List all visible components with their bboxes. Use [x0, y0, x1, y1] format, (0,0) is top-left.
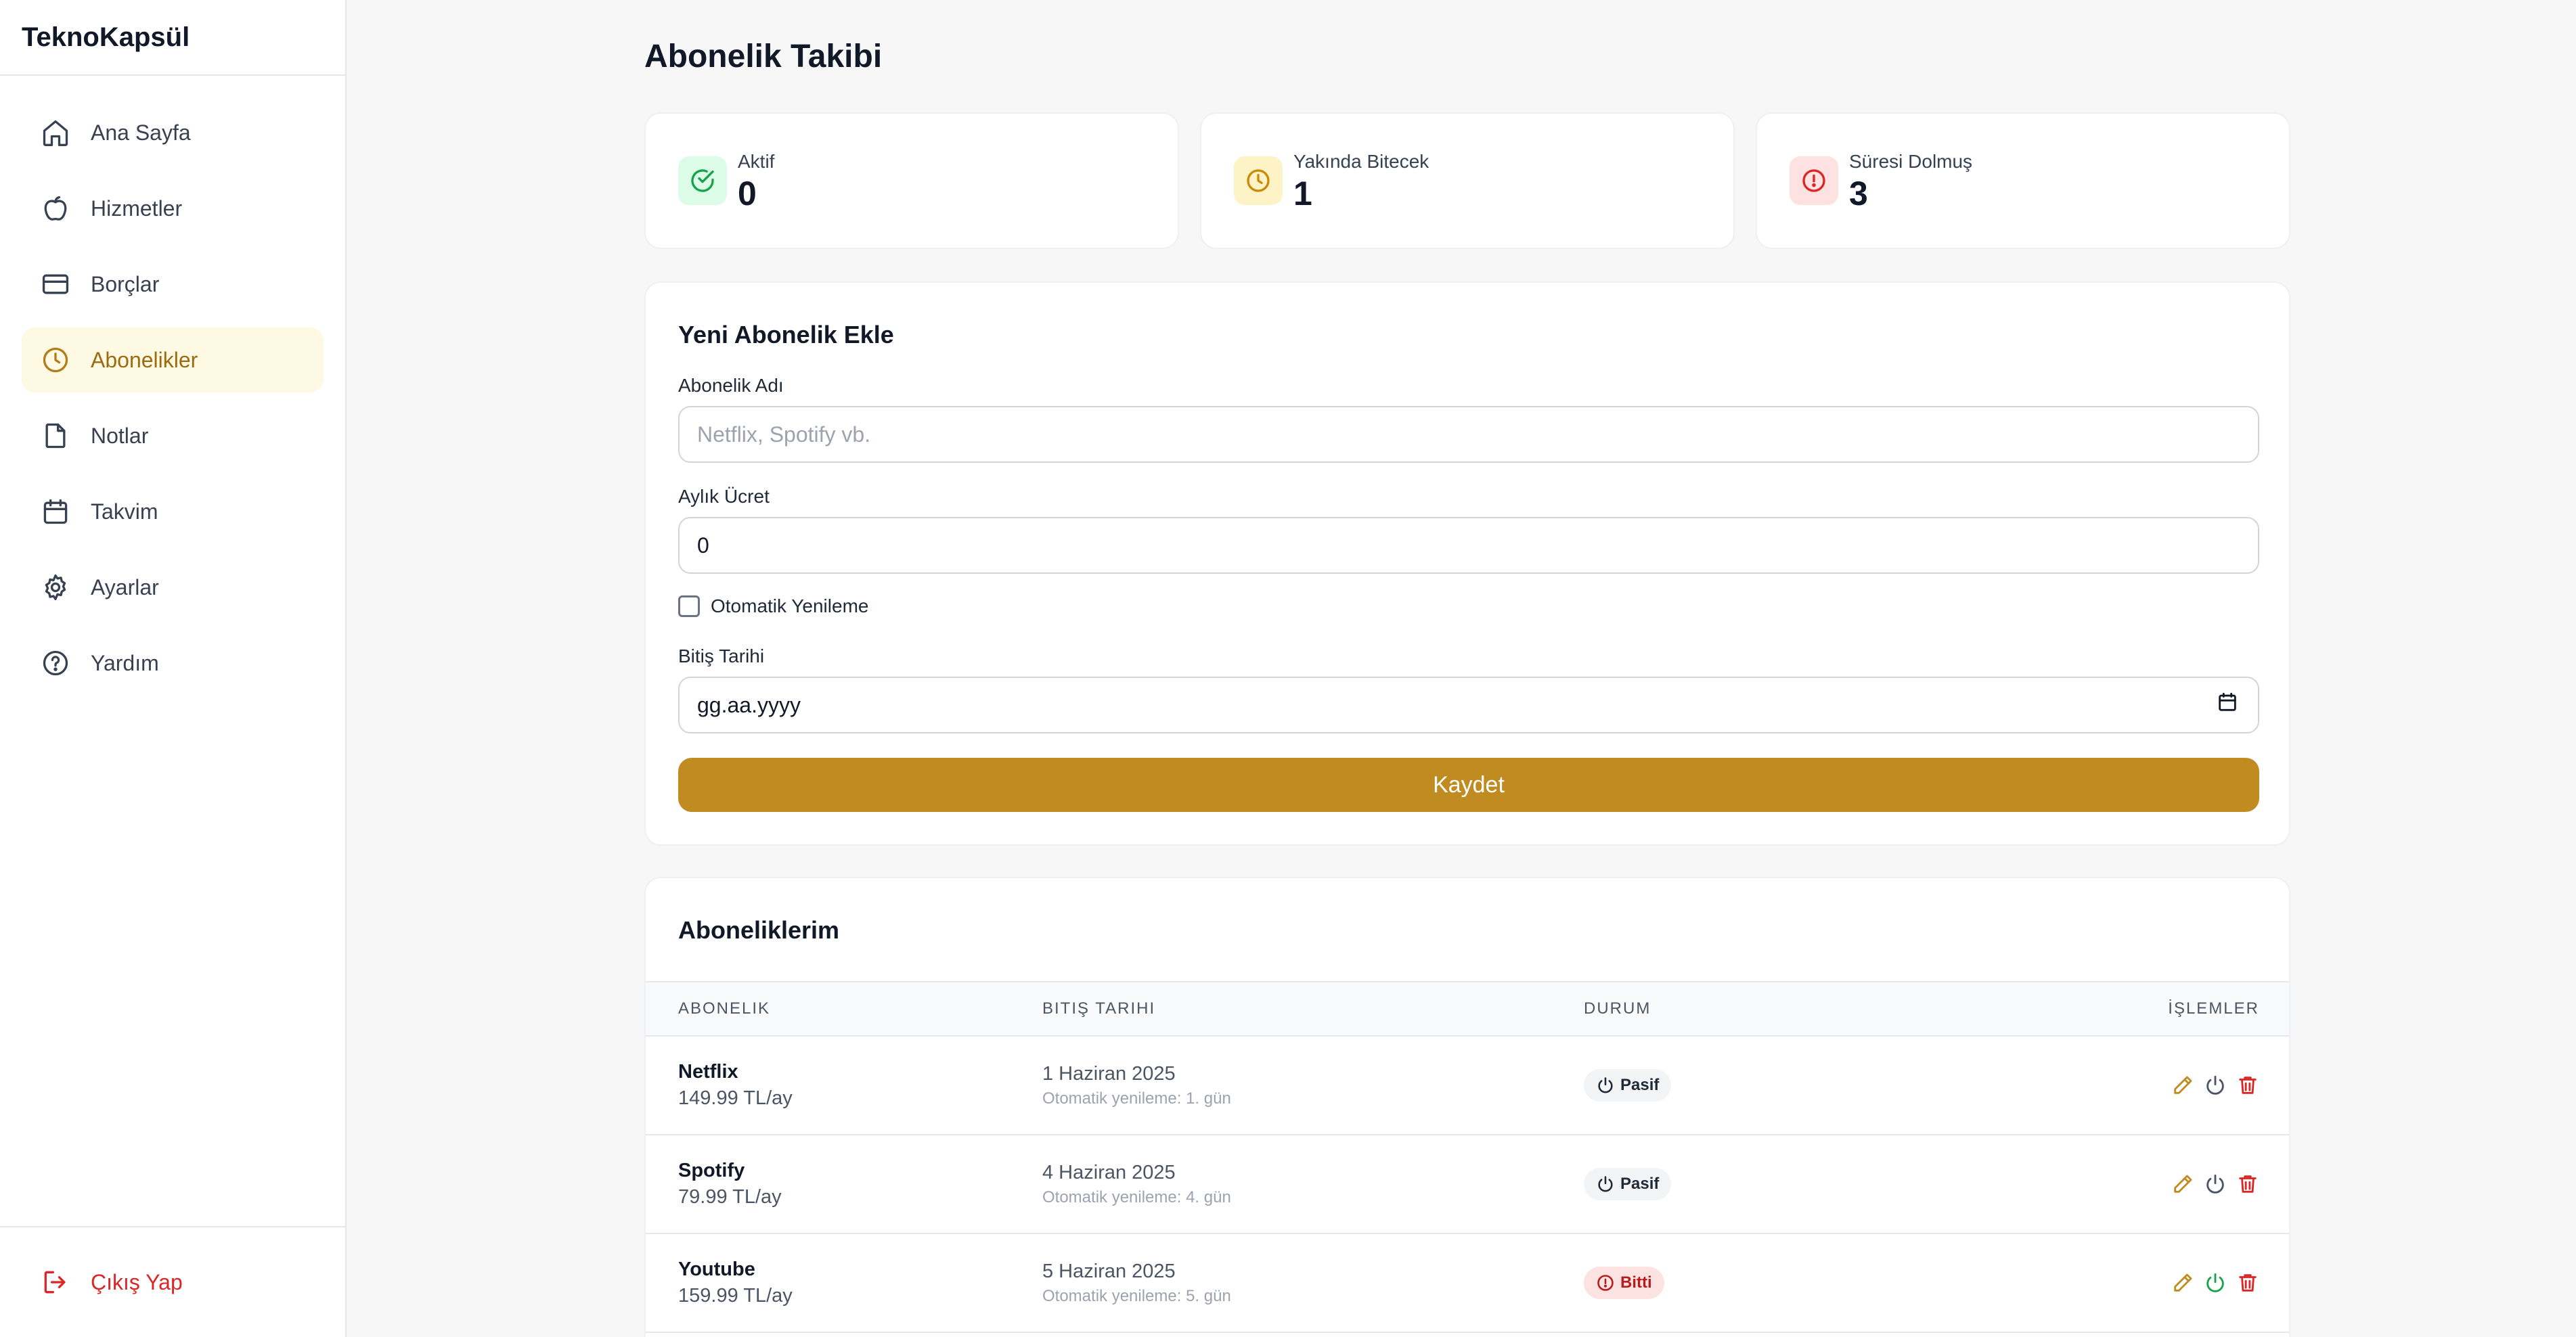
subscription-name: Spotify [678, 1160, 745, 1181]
stats-row: Aktif 0 Yakında Bitecek 1 Süresi Dolmuş … [644, 112, 2290, 249]
sidebar-item-label: Notlar [91, 423, 149, 448]
power-icon [1598, 1176, 1613, 1192]
sidebar-item-label: Ayarlar [91, 574, 159, 599]
header-abonelik: ABONELIK [678, 999, 771, 1018]
power-toggle-icon[interactable] [2204, 1271, 2227, 1294]
sidebar-item-yardim[interactable]: Yardım [22, 631, 324, 696]
status-badge: Pasif [1584, 1069, 1672, 1102]
sidebar-item-label: Yardım [91, 650, 159, 675]
credit-card-icon [41, 269, 70, 299]
auto-renew-row: Otomatik Yenileme [678, 595, 868, 617]
page-title: Abonelik Takibi [644, 39, 883, 74]
subscription-name-input[interactable]: Netflix, Spotify vb. [678, 406, 2259, 463]
sidebar-item-label: Ana Sayfa [91, 120, 191, 145]
alert-circle-icon [1790, 156, 1838, 205]
sidebar-item-borclar[interactable]: Borçlar [22, 252, 324, 317]
trash-icon[interactable] [2236, 1074, 2259, 1097]
alert-circle-icon [1597, 1275, 1614, 1291]
sidebar-footer: Çıkış Yap [0, 1226, 345, 1337]
fee-label: Aylık Ücret [678, 486, 770, 507]
status-badge: Pasif [1584, 1168, 1672, 1200]
auto-renew-checkbox[interactable] [678, 595, 700, 617]
edit-icon[interactable] [2171, 1271, 2194, 1294]
check-circle-icon [678, 156, 727, 205]
subscription-price: 149.99 TL/ay [678, 1087, 793, 1109]
stat-value: 1 [1293, 175, 1312, 212]
power-toggle-icon[interactable] [2204, 1074, 2227, 1097]
power-toggle-icon[interactable] [2204, 1173, 2227, 1196]
end-date-placeholder: gg.aa.yyyy [697, 692, 801, 717]
sidebar-item-hizmetler[interactable]: Hizmetler [22, 176, 324, 241]
renew-info: Otomatik yenileme: 5. gün [1042, 1286, 1231, 1305]
monthly-fee-input[interactable]: 0 [678, 517, 2259, 574]
stat-label: Aktif [738, 151, 775, 172]
sidebar-item-notlar[interactable]: Notlar [22, 403, 324, 468]
sidebar-item-label: Abonelikler [91, 347, 198, 372]
stat-label: Yakında Bitecek [1293, 151, 1429, 172]
logout-icon [41, 1267, 70, 1297]
subscriptions-list: Aboneliklerim ABONELIK BITIŞ TARIHI DURU… [644, 877, 2290, 1337]
subscription-name: Netflix [678, 1061, 738, 1083]
auto-renew-label: Otomatik Yenileme [711, 595, 869, 616]
subscription-price: 79.99 TL/ay [678, 1186, 782, 1208]
subscription-price: 159.99 TL/ay [678, 1285, 793, 1307]
sidebar-nav: Ana Sayfa Hizmetler Borçlar Abonelikler … [0, 76, 345, 696]
renew-info: Otomatik yenileme: 4. gün [1042, 1187, 1231, 1206]
logout-button[interactable]: Çıkış Yap [41, 1267, 183, 1297]
table-row: Spotify 79.99 TL/ay 4 Haziran 2025 Otoma… [646, 1135, 2289, 1234]
edit-icon[interactable] [2171, 1173, 2194, 1196]
sidebar-item-abonelikler[interactable]: Abonelikler [22, 327, 324, 392]
end-date-label: Bitiş Tarihi [678, 645, 765, 666]
file-icon [41, 421, 70, 451]
stat-card-suresi-dolmus: Süresi Dolmuş 3 [1756, 112, 2290, 249]
save-button[interactable]: Kaydet [678, 758, 2259, 812]
clock-icon [1234, 156, 1283, 205]
header-islemler: İŞLEMLER [2168, 999, 2259, 1018]
renew-info: Otomatik yenileme: 1. gün [1042, 1089, 1231, 1108]
sidebar-item-ana-sayfa[interactable]: Ana Sayfa [22, 100, 324, 165]
table-row: Youtube 159.99 TL/ay 5 Haziran 2025 Otom… [646, 1234, 2289, 1333]
sidebar-item-takvim[interactable]: Takvim [22, 479, 324, 544]
end-date: 5 Haziran 2025 [1042, 1260, 1176, 1282]
sidebar-item-label: Takvim [91, 499, 158, 524]
header-durum: DURUM [1584, 999, 1651, 1018]
table-header: ABONELIK BITIŞ TARIHI DURUM İŞLEMLER [646, 981, 2289, 1037]
sidebar-item-label: Hizmetler [91, 196, 183, 221]
edit-icon[interactable] [2171, 1074, 2194, 1097]
status-badge: Bitti [1584, 1267, 1664, 1299]
gear-icon [41, 572, 70, 602]
apple-icon [41, 194, 70, 223]
stat-value: 0 [738, 175, 757, 212]
name-label: Abonelik Adı [678, 375, 784, 396]
form-title: Yeni Abonelik Ekle [678, 321, 894, 348]
stat-label: Süresi Dolmuş [1849, 151, 1973, 172]
subscription-name: Youtube [678, 1259, 755, 1280]
sidebar-item-label: Borçlar [91, 271, 160, 296]
end-date: 4 Haziran 2025 [1042, 1161, 1176, 1183]
calendar-icon [41, 497, 70, 526]
end-date: 1 Haziran 2025 [1042, 1062, 1176, 1085]
clock-icon [41, 345, 70, 375]
stat-value: 3 [1849, 175, 1868, 212]
header-bitis-tarihi: BITIŞ TARIHI [1042, 999, 1156, 1018]
stat-card-aktif: Aktif 0 [644, 112, 1179, 249]
sidebar: TeknoKapsül Ana Sayfa Hizmetler Borçlar … [0, 0, 347, 1337]
help-circle-icon [41, 648, 70, 678]
new-subscription-form: Yeni Abonelik Ekle Abonelik Adı Netflix,… [644, 281, 2290, 846]
stat-card-yakinda-bitecek: Yakında Bitecek 1 [1200, 112, 1735, 249]
brand-logo[interactable]: TeknoKapsül [0, 0, 345, 76]
trash-icon[interactable] [2236, 1173, 2259, 1196]
sidebar-item-ayarlar[interactable]: Ayarlar [22, 555, 324, 620]
trash-icon[interactable] [2236, 1271, 2259, 1294]
list-title: Aboneliklerim [678, 916, 840, 944]
table-row: Netflix 149.99 TL/ay 1 Haziran 2025 Otom… [646, 1037, 2289, 1135]
home-icon [41, 118, 70, 148]
calendar-icon[interactable] [2216, 691, 2239, 719]
end-date-input[interactable]: gg.aa.yyyy [678, 677, 2259, 733]
logout-label: Çıkış Yap [91, 1269, 183, 1294]
power-icon [1598, 1077, 1613, 1093]
